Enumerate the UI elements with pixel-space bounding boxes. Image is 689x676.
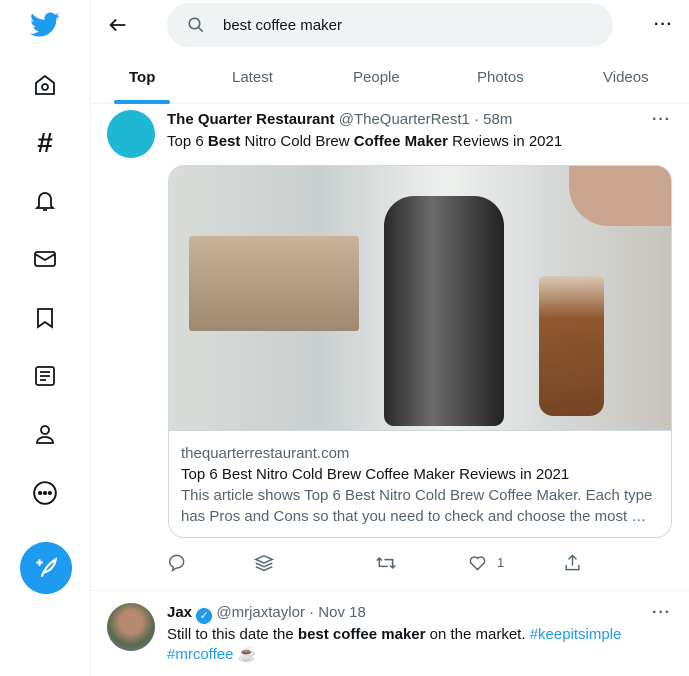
feather-plus-icon bbox=[36, 557, 58, 578]
lists-icon[interactable] bbox=[30, 361, 60, 391]
tweet-text-segment: on the market. bbox=[425, 626, 530, 643]
explore-hashtag-icon[interactable]: # bbox=[30, 127, 60, 158]
compose-tweet-button[interactable] bbox=[20, 542, 72, 594]
like-button[interactable]: 1 bbox=[468, 553, 504, 572]
bookmark-icon[interactable] bbox=[30, 303, 60, 333]
tweet-text-segment: Best bbox=[207, 133, 241, 150]
tweet-time[interactable]: · Nov 18 bbox=[309, 604, 366, 621]
main-column: best coffee maker ··· Top Latest People … bbox=[91, 0, 689, 676]
tab-people[interactable]: People bbox=[353, 69, 400, 86]
avatar[interactable] bbox=[107, 603, 155, 651]
card-title: Top 6 Best Nitro Cold Brew Coffee Maker … bbox=[181, 466, 570, 483]
search-icon bbox=[188, 17, 204, 33]
author-handle[interactable]: @TheQuarterRest1 bbox=[339, 111, 470, 128]
share-button[interactable] bbox=[563, 553, 582, 572]
tweet-text-segment: Nitro Cold Brew bbox=[240, 133, 354, 150]
retweet-button[interactable] bbox=[376, 553, 396, 573]
verified-badge-icon: ✓ bbox=[196, 608, 213, 624]
messages-mail-icon[interactable] bbox=[30, 244, 60, 274]
tweet-text-segment: best coffee maker bbox=[297, 626, 426, 643]
reply-button[interactable] bbox=[167, 553, 186, 572]
tweet-text-segment: Coffee Maker bbox=[353, 133, 448, 150]
layers-button[interactable] bbox=[253, 553, 275, 575]
back-arrow-icon[interactable] bbox=[107, 14, 129, 36]
layers-icon bbox=[253, 554, 275, 572]
author-handle[interactable]: @mrjaxtaylor bbox=[216, 604, 305, 621]
tweet-text-segment: Still to this date the bbox=[167, 626, 298, 643]
tweet-more-icon[interactable]: ··· bbox=[652, 111, 671, 129]
more-circle-icon[interactable] bbox=[30, 478, 60, 508]
tweet-more-icon[interactable]: ··· bbox=[652, 604, 671, 622]
retweet-icon bbox=[376, 556, 396, 570]
tweet-text-segment: Reviews in 2021 bbox=[447, 133, 563, 150]
author-name[interactable]: The Quarter Restaurant bbox=[167, 111, 335, 128]
search-input[interactable]: best coffee maker bbox=[167, 3, 613, 47]
search-query: best coffee maker bbox=[223, 16, 342, 34]
like-count: 1 bbox=[497, 555, 505, 570]
tab-latest[interactable]: Latest bbox=[232, 69, 273, 86]
heart-icon bbox=[469, 556, 486, 571]
author-name[interactable]: Jax bbox=[167, 604, 192, 621]
sidebar: # bbox=[0, 0, 91, 676]
card-domain: thequarterrestaurant.com bbox=[181, 445, 350, 462]
tweet-text: Still to this date the best coffee maker… bbox=[167, 625, 667, 665]
hashtag-link[interactable]: #mrcoffee bbox=[167, 646, 233, 663]
tweet-time[interactable]: · 58m bbox=[474, 111, 512, 128]
profile-icon[interactable] bbox=[30, 419, 60, 449]
notifications-bell-icon[interactable] bbox=[30, 186, 60, 216]
active-tab-indicator bbox=[114, 100, 170, 104]
home-icon[interactable] bbox=[30, 70, 60, 100]
twitter-logo-icon[interactable] bbox=[30, 10, 60, 40]
reply-icon bbox=[168, 554, 185, 572]
tab-top[interactable]: Top bbox=[129, 69, 155, 86]
divider bbox=[91, 590, 689, 591]
tweet-text: Top 6 Best Nitro Cold Brew Coffee Maker … bbox=[167, 132, 667, 152]
tweet-text-segment: Top 6 bbox=[167, 133, 208, 150]
search-tabs: Top Latest People Photos Videos bbox=[91, 56, 689, 104]
tab-photos[interactable]: Photos bbox=[477, 69, 524, 86]
card-image bbox=[169, 166, 671, 431]
avatar[interactable] bbox=[107, 110, 155, 158]
share-icon bbox=[565, 554, 580, 571]
hashtag-link[interactable]: #keepitsimple bbox=[530, 626, 622, 643]
more-options-icon[interactable]: ··· bbox=[654, 16, 673, 34]
tab-videos[interactable]: Videos bbox=[603, 69, 649, 86]
tweet-text-segment: ☕ bbox=[233, 646, 257, 663]
card-description: This article shows Top 6 Best Nitro Cold… bbox=[181, 487, 653, 525]
tweet-actions: 1 bbox=[167, 553, 667, 577]
link-card[interactable]: thequarterrestaurant.com Top 6 Best Nitr… bbox=[168, 165, 672, 538]
